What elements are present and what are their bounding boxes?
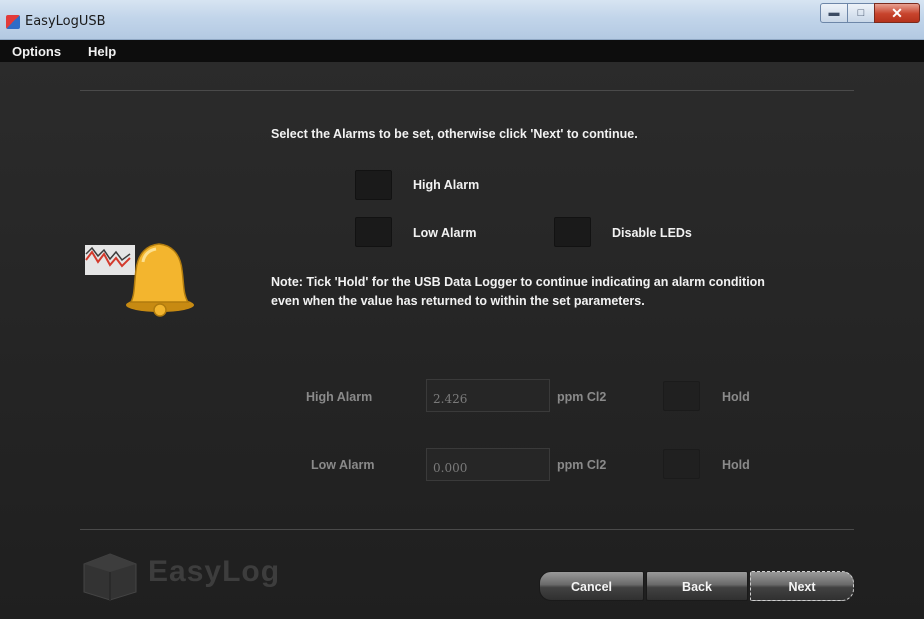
disable-leds-label: Disable LEDs	[612, 226, 692, 240]
close-icon: ✕	[891, 4, 903, 21]
high-alarm-unit: ppm Cl2	[557, 390, 607, 404]
low-alarm-checkbox[interactable]	[355, 217, 392, 247]
cancel-button[interactable]: Cancel	[539, 571, 644, 601]
note-line-1: Note: Tick 'Hold' for the USB Data Logge…	[271, 275, 765, 289]
app-icon	[6, 15, 20, 29]
high-alarm-hold-checkbox[interactable]	[663, 381, 700, 411]
window-title: EasyLogUSB	[25, 14, 106, 29]
low-alarm-threshold-label: Low Alarm	[311, 458, 375, 472]
note-line-2: even when the value has returned to with…	[271, 294, 645, 308]
minimize-button[interactable]: ▬	[820, 3, 848, 23]
wizard-panel	[0, 62, 924, 619]
disable-leds-checkbox[interactable]	[554, 217, 591, 247]
maximize-icon: □	[857, 7, 865, 19]
high-alarm-hold-label: Hold	[722, 390, 750, 404]
high-alarm-value-field[interactable]: 2.426	[426, 379, 550, 412]
title-bar: EasyLogUSB ▬ □ ✕	[0, 0, 924, 40]
low-alarm-hold-checkbox[interactable]	[663, 449, 700, 479]
alarm-bell-icon	[85, 243, 194, 317]
high-alarm-label: High Alarm	[413, 178, 480, 192]
close-button[interactable]: ✕	[874, 3, 920, 23]
low-alarm-label: Low Alarm	[413, 226, 477, 240]
minimize-icon: ▬	[828, 7, 840, 19]
menu-options[interactable]: Options	[12, 44, 61, 59]
bottom-divider	[80, 529, 854, 530]
low-alarm-value-field[interactable]: 0.000	[426, 448, 550, 481]
maximize-button[interactable]: □	[847, 3, 875, 23]
top-divider	[80, 90, 854, 91]
instructions-text: Select the Alarms to be set, otherwise c…	[271, 127, 638, 141]
back-button[interactable]: Back	[646, 571, 748, 601]
easylog-cube-logo-icon	[83, 553, 137, 601]
graph-lines-icon	[85, 245, 135, 275]
low-alarm-unit: ppm Cl2	[557, 458, 607, 472]
high-alarm-checkbox[interactable]	[355, 170, 392, 200]
low-alarm-hold-label: Hold	[722, 458, 750, 472]
menu-help[interactable]: Help	[88, 44, 116, 59]
easylog-logo-text: EasyLog	[148, 555, 281, 588]
high-alarm-threshold-label: High Alarm	[306, 390, 373, 404]
window-controls: ▬ □ ✕	[820, 3, 920, 25]
next-button[interactable]: Next	[750, 571, 854, 601]
bell-shape	[126, 243, 194, 317]
menu-bar: Options Help	[0, 40, 924, 62]
